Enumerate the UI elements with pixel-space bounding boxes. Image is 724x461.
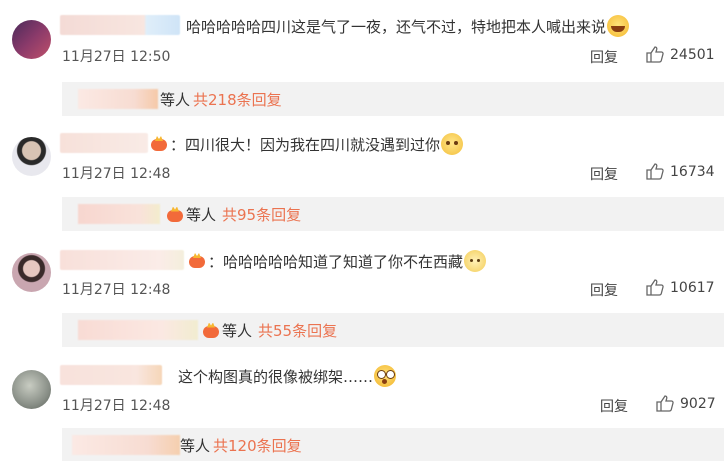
sub-reply-who: 等人 — [222, 322, 253, 340]
avatar[interactable] — [12, 253, 51, 292]
like-count: 10617 — [670, 279, 715, 296]
sub-reply-users-blurred — [72, 435, 180, 455]
username-blurred[interactable] — [60, 250, 184, 270]
username-blurred[interactable] — [60, 133, 148, 153]
like-count: 24501 — [670, 46, 715, 63]
sub-reply-users-blurred — [78, 320, 198, 340]
reply-button[interactable]: 回复 — [590, 280, 618, 300]
comment-text: ：哈哈哈哈哈知道了知道了你不在西藏 — [188, 250, 487, 272]
sub-replies[interactable]: 等人 共95条回复 — [62, 197, 724, 231]
thumbs-up-icon — [646, 46, 664, 63]
username-blurred[interactable] — [60, 15, 180, 35]
like-button[interactable]: 24501 — [646, 46, 715, 63]
sub-reply-who: 等人 — [180, 437, 211, 455]
like-count: 9027 — [680, 395, 716, 412]
avatar[interactable] — [12, 137, 51, 176]
sub-reply-users-blurred — [78, 204, 160, 224]
sub-reply-who: 等人 — [160, 91, 191, 109]
comment-time: 11月27日 12:48 — [62, 282, 171, 298]
sub-reply-count-link[interactable]: 共55条回复 — [258, 320, 337, 341]
like-button[interactable]: 10617 — [646, 279, 715, 296]
reply-button[interactable]: 回复 — [590, 47, 618, 67]
laugh-emoji-icon — [607, 15, 630, 37]
vip-crown-icon — [150, 136, 168, 152]
reply-button[interactable]: 回复 — [590, 164, 618, 184]
thumbs-up-icon — [646, 279, 664, 296]
sub-replies[interactable]: 等人 共120条回复 — [62, 428, 724, 461]
sub-reply-count-link[interactable]: 共120条回复 — [213, 435, 302, 456]
comment-text: 这个构图真的很像被绑架…… — [178, 365, 397, 387]
comment-text: 哈哈哈哈哈四川这是气了一夜，还气不过，特地把本人喊出来说 — [186, 15, 630, 37]
sub-replies[interactable]: 等人 共55条回复 — [62, 313, 724, 347]
sub-reply-who: 等人 — [186, 206, 217, 224]
comment-text: ：四川很大！因为我在四川就没遇到过你 — [150, 133, 464, 155]
reply-button[interactable]: 回复 — [600, 396, 628, 416]
sub-reply-users-blurred — [78, 89, 158, 109]
like-button[interactable]: 16734 — [646, 163, 715, 180]
comment-time: 11月27日 12:48 — [62, 398, 171, 414]
cat-emoji-icon — [464, 250, 487, 272]
comment-time: 11月27日 12:50 — [62, 49, 171, 65]
like-count: 16734 — [670, 163, 715, 180]
thumbs-up-icon — [656, 395, 674, 412]
username-blurred[interactable] — [60, 365, 162, 385]
vip-crown-icon — [188, 253, 206, 269]
comment-time: 11月27日 12:48 — [62, 166, 171, 182]
avatar[interactable] — [12, 20, 51, 59]
shy-emoji-icon — [441, 133, 464, 155]
sub-reply-count-link[interactable]: 共95条回复 — [222, 204, 301, 225]
sub-reply-count-link[interactable]: 共218条回复 — [193, 89, 282, 110]
like-button[interactable]: 9027 — [656, 395, 716, 412]
shocked-emoji-icon — [374, 365, 397, 387]
vip-crown-icon — [166, 206, 184, 223]
vip-crown-icon — [202, 322, 220, 339]
thumbs-up-icon — [646, 163, 664, 180]
sub-replies[interactable]: 等人 共218条回复 — [62, 82, 724, 116]
avatar[interactable] — [12, 370, 51, 409]
